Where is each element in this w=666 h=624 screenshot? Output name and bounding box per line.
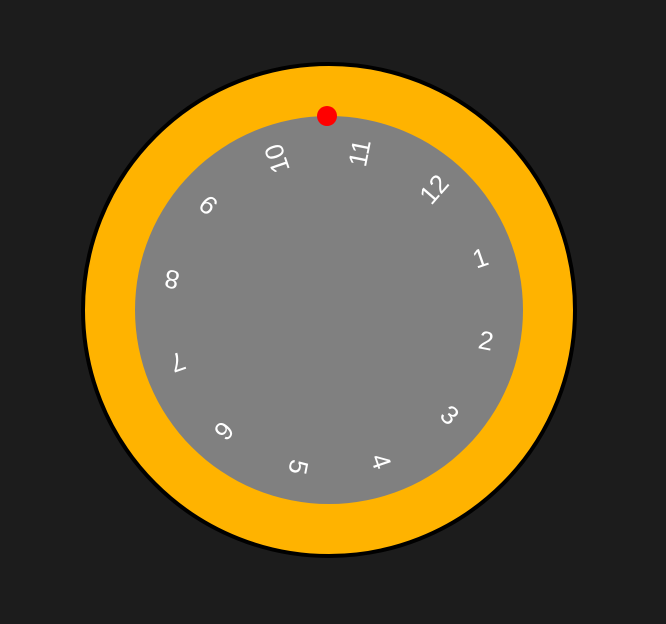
dial-face <box>135 116 523 504</box>
dial-stage: 1 2 3 4 5 6 7 8 9 10 11 12 <box>0 0 666 624</box>
rotary-dial[interactable]: 12345678910 1112 <box>0 0 666 624</box>
dial-number-11: 11 <box>342 137 377 169</box>
dial-position-marker[interactable] <box>317 106 337 126</box>
